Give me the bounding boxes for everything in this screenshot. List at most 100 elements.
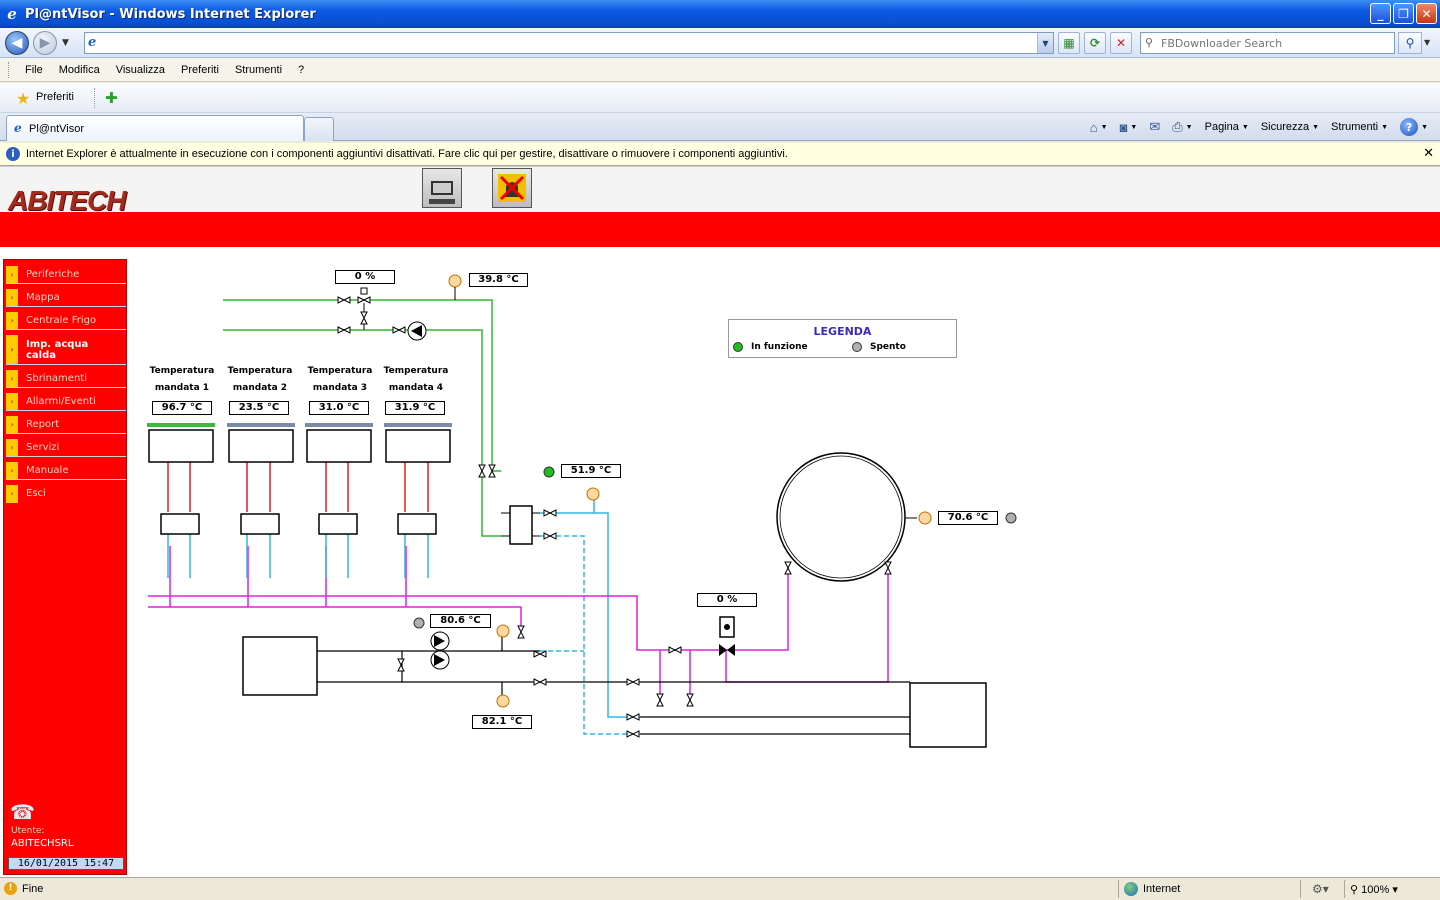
valve-icon	[392, 326, 406, 334]
valve-icon	[337, 326, 351, 334]
return-temp[interactable]: 82.1 °C	[472, 715, 532, 729]
red-pipes	[167, 462, 429, 512]
security-menu-label: Sicurezza	[1260, 121, 1310, 133]
mandata-1-title: Temperatura	[149, 366, 215, 376]
chevron-down-icon: ▼	[1421, 123, 1428, 131]
tools-menu-label: Strumenti	[1331, 121, 1379, 133]
circuit-4-unit[interactable]	[385, 429, 451, 463]
menu-strumenti[interactable]: Strumenti	[227, 64, 290, 76]
mail-button[interactable]: ✉	[1145, 119, 1164, 135]
page-status-icon: !	[4, 882, 17, 895]
status-bar: ! Fine Internet ⚙▾ ⚲ 100% ▾	[0, 877, 1440, 900]
menu-visualizza[interactable]: Visualizza	[108, 64, 173, 76]
top-mixing-valve[interactable]	[357, 287, 371, 330]
pump-temp[interactable]: 80.6 °C	[430, 614, 491, 628]
valve-icon	[543, 532, 557, 540]
window-controls: _ ❐ ✕	[1370, 3, 1437, 24]
home-button[interactable]: ⌂ ▼	[1086, 120, 1112, 135]
information-bar-text[interactable]: Internet Explorer è attualmente in esecu…	[26, 148, 788, 160]
circuit-3-valve[interactable]	[318, 513, 358, 535]
legend-box: LEGENDA In funzione Spento	[728, 319, 957, 358]
circuit-2-status-bar	[227, 423, 295, 427]
protected-mode-icon[interactable]: ⚙▾	[1312, 882, 1329, 896]
address-input[interactable]	[105, 35, 1035, 51]
valve-icon	[517, 625, 525, 639]
zoom-level[interactable]: ⚲ 100% ▾	[1350, 883, 1398, 896]
boiler-unit[interactable]	[242, 636, 318, 696]
close-window-button[interactable]: ✕	[1416, 3, 1437, 24]
valve-icon	[668, 646, 682, 654]
tools-menu[interactable]: Strumenti ▼	[1327, 121, 1392, 133]
add-favorite-icon[interactable]: ✚	[105, 89, 118, 107]
print-button[interactable]: ⎙ ▼	[1168, 119, 1196, 135]
chevron-down-icon: ▼	[1130, 123, 1138, 131]
circuit-2-valve[interactable]	[240, 513, 280, 535]
feeds-button[interactable]: ◙ ▼	[1116, 120, 1142, 135]
mandata-1-subtitle: mandata 1	[154, 383, 210, 393]
page-menu-label: Pagina	[1204, 121, 1239, 133]
favorites-star-icon[interactable]: ★	[16, 89, 30, 108]
mandata-2-value[interactable]: 23.5 °C	[229, 401, 289, 415]
chevron-down-icon: ▼	[1241, 123, 1249, 131]
history-dropdown-icon[interactable]: ▼	[62, 38, 69, 48]
printer-icon: ⎙	[1172, 119, 1183, 134]
valve-icon	[626, 713, 640, 721]
thermometer-icon	[496, 624, 510, 638]
valve-top-opening[interactable]: 0 %	[335, 270, 395, 284]
mail-icon: ✉	[1149, 119, 1161, 134]
search-options-icon[interactable]: ▼	[1424, 38, 1430, 47]
tab-plantvisor[interactable]: e Pl@ntVisor	[6, 115, 304, 141]
circuit-2-unit[interactable]	[228, 429, 294, 463]
page-menu[interactable]: Pagina ▼	[1201, 121, 1253, 133]
security-zone[interactable]: Internet	[1124, 882, 1180, 896]
heat-source-unit[interactable]	[909, 682, 987, 748]
mandata-1-value[interactable]: 96.7 °C	[152, 401, 212, 415]
search-box[interactable]: ⚲	[1140, 32, 1395, 54]
help-button[interactable]: ? ▼	[1396, 118, 1432, 136]
circuit-4-valve[interactable]	[397, 513, 437, 535]
mandata-3-value[interactable]: 31.0 °C	[309, 401, 369, 415]
stop-icon[interactable]: ✕	[1110, 32, 1132, 54]
chevron-down-icon: ▼	[1381, 123, 1389, 131]
chevron-down-icon: ▼	[1100, 123, 1108, 131]
back-button[interactable]: ◀	[5, 31, 29, 55]
ie-icon: e	[7, 5, 17, 23]
exchanger-temp[interactable]: 51.9 °C	[561, 464, 621, 478]
menu-preferiti[interactable]: Preferiti	[173, 64, 227, 76]
hydraulic-diagram	[147, 274, 1017, 748]
info-icon: i	[6, 147, 20, 161]
tank-temp[interactable]: 70.6 °C	[938, 511, 998, 525]
valve-icon	[533, 678, 547, 686]
valve-icon	[397, 658, 405, 672]
forward-button[interactable]: ▶	[33, 31, 57, 55]
mandata-4-value[interactable]: 31.9 °C	[385, 401, 445, 415]
compatibility-icon[interactable]: ▦	[1058, 32, 1080, 54]
favorites-button[interactable]: Preferiti	[36, 91, 74, 103]
valve-mix-opening[interactable]: 0 %	[697, 593, 757, 607]
search-input[interactable]	[1161, 35, 1389, 51]
refresh-icon[interactable]: ⟳	[1084, 32, 1106, 54]
menu-help[interactable]: ?	[290, 64, 312, 76]
restore-button[interactable]: ❐	[1393, 3, 1414, 24]
circuit-1-valve[interactable]	[160, 513, 200, 535]
search-button[interactable]: ⚲	[1398, 32, 1422, 54]
new-tab-button[interactable]	[304, 117, 334, 141]
security-menu[interactable]: Sicurezza ▼	[1257, 121, 1323, 133]
status-divider	[1344, 880, 1345, 898]
menu-modifica[interactable]: Modifica	[51, 64, 108, 76]
mandata-2-title: Temperatura	[227, 366, 293, 376]
circuit-1-unit[interactable]	[148, 429, 214, 463]
close-infobar-icon[interactable]: ✕	[1423, 146, 1434, 161]
menu-file[interactable]: File	[17, 64, 51, 76]
circuit-3-unit[interactable]	[306, 429, 372, 463]
information-bar[interactable]: i Internet Explorer è attualmente in ese…	[0, 143, 1440, 166]
heat-exchanger[interactable]	[509, 505, 533, 545]
window-title: Pl@ntVisor - Windows Internet Explorer	[25, 6, 316, 22]
address-bar[interactable]: e ▼	[84, 32, 1054, 54]
thermometer-icon	[918, 511, 932, 525]
address-dropdown-icon[interactable]: ▼	[1037, 33, 1053, 53]
mandata-2-subtitle: mandata 2	[232, 383, 288, 393]
minimize-button[interactable]: _	[1370, 3, 1391, 24]
circuit-4-status-bar	[384, 423, 452, 427]
temp-top[interactable]: 39.8 °C	[469, 273, 528, 287]
